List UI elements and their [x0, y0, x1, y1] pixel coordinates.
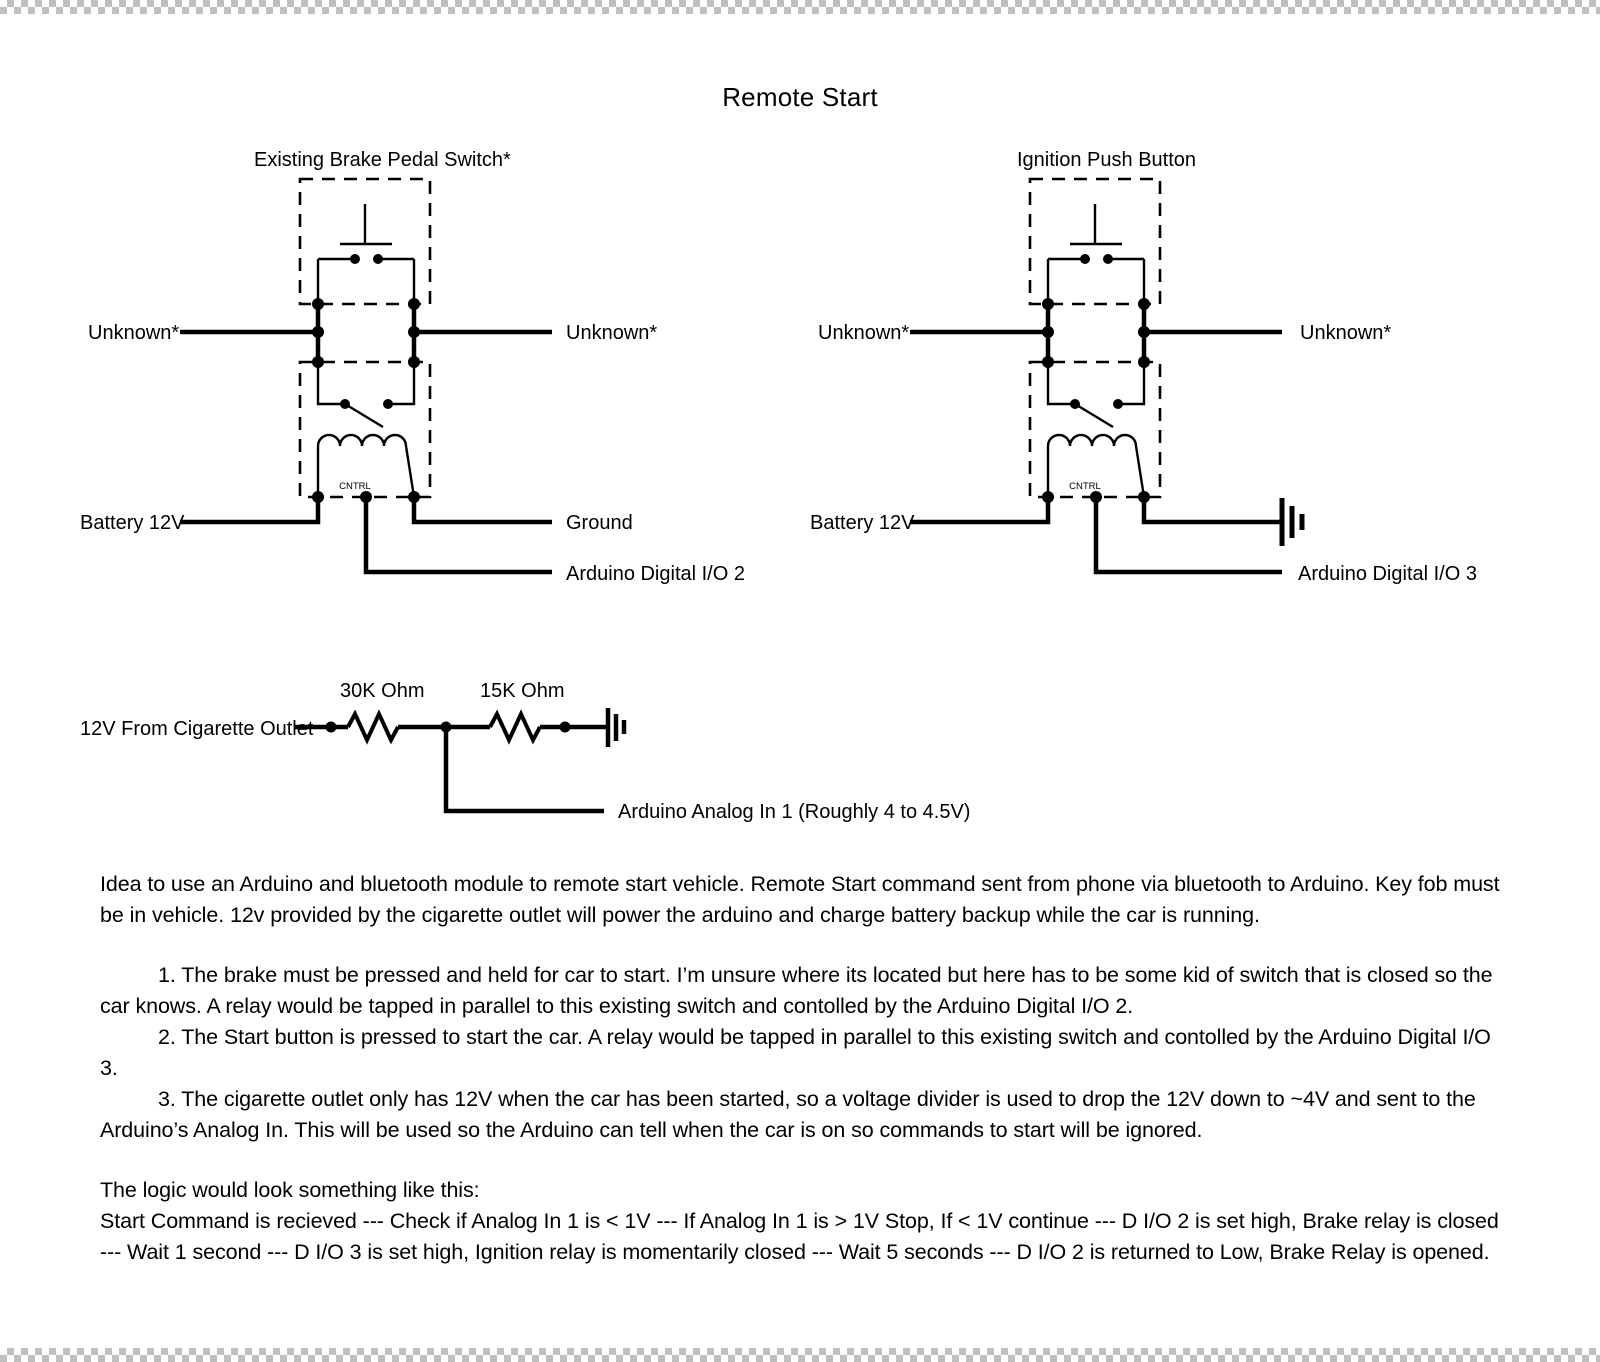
ignition-switch-box-label: Ignition Push Button [1017, 149, 1196, 171]
divider-source-node [325, 721, 337, 733]
ignition-switch-contact-dot-right [1103, 254, 1113, 264]
brake-left-terminal-label: Unknown* [88, 322, 179, 344]
ignition-control-wire [1093, 497, 1282, 575]
ignition-node-coil-left [1042, 491, 1054, 503]
resistor-30k-label: 30K Ohm [340, 680, 424, 702]
brake-switch-box-label: Existing Brake Pedal Switch* [254, 149, 511, 171]
ignition-left-terminal-label: Unknown* [818, 322, 909, 344]
ignition-ground-icon [1279, 498, 1305, 546]
divider-analog-tap-wire [443, 727, 604, 814]
brake-ground-wire [411, 497, 552, 525]
divider-source-label: 12V From Cigarette Outlet [80, 718, 314, 740]
brake-node-mid-left [312, 326, 324, 338]
notes-step-3: 3. The cigarette outlet only has 12V whe… [100, 1087, 1476, 1142]
notes-logic-heading: The logic would look something like this… [100, 1178, 480, 1202]
brake-node-top-right [408, 298, 420, 310]
transparency-checker-top [0, 0, 1600, 14]
brake-relay-contact-dot-right [383, 399, 393, 409]
brake-battery-wire [180, 497, 321, 525]
brake-control-label: Arduino Digital I/O 2 [566, 563, 745, 585]
brake-relay-contact-wires [316, 362, 416, 406]
brake-switch-contact-dot-left [350, 254, 360, 264]
ignition-relay-contact-wires [1046, 362, 1146, 406]
divider-ground-node [559, 721, 571, 733]
notes-section: Idea to use an Arduino and bluetooth mod… [100, 869, 1500, 1268]
brake-node-top-left [312, 298, 324, 310]
ignition-battery-label: Battery 12V [810, 512, 915, 534]
brake-relay-armature [344, 402, 384, 429]
ignition-button-circuit: Ignition Push Button Unknown* Unknown* C… [810, 149, 1477, 585]
notes-logic-body: Start Command is recieved --- Check if A… [100, 1209, 1499, 1264]
brake-ground-label: Ground [566, 512, 633, 534]
brake-right-terminal-label: Unknown* [566, 322, 657, 344]
document-page: Remote Start Existing Brake Pedal Switch… [0, 14, 1600, 1348]
ignition-node-mid-left [1042, 326, 1054, 338]
notes-gap-1 [100, 931, 1500, 960]
ignition-control-label: Arduino Digital I/O 3 [1298, 563, 1477, 585]
ignition-switch-contact-dot-left [1080, 254, 1090, 264]
brake-switch-contact-dot-right [373, 254, 383, 264]
ignition-ground-wire [1141, 497, 1282, 525]
brake-pedal-circuit: Existing Brake Pedal Switch* Unknown* Un… [80, 149, 745, 585]
ignition-node-coil-right [1138, 491, 1150, 503]
voltage-divider-circuit: 12V From Cigarette Outlet 30K Ohm 15K Oh… [80, 680, 970, 823]
resistor-15k-symbol [488, 709, 542, 745]
ignition-node-mid-right [1138, 326, 1150, 338]
ignition-right-terminal-label: Unknown* [1300, 322, 1391, 344]
brake-control-wire [363, 497, 552, 575]
notes-step-1: 1. The brake must be pressed and held fo… [100, 963, 1493, 1018]
brake-coil-cntrl-label: CNTRL [339, 481, 371, 492]
resistor-30k-symbol [346, 709, 400, 745]
notes-step-2: 2. The Start button is pressed to start … [100, 1025, 1491, 1080]
divider-output-label: Arduino Analog In 1 (Roughly 4 to 4.5V) [618, 801, 970, 823]
ignition-relay-armature [1074, 402, 1114, 429]
notes-intro: Idea to use an Arduino and bluetooth mod… [100, 872, 1500, 927]
ignition-node-cntrl [1090, 491, 1102, 503]
ignition-battery-wire [910, 497, 1051, 525]
ignition-relay-contact-dot-right [1113, 399, 1123, 409]
ignition-node-top-right [1138, 298, 1150, 310]
ignition-node-top-left [1042, 298, 1054, 310]
brake-node-coil-left [312, 491, 324, 503]
notes-gap-2 [100, 1146, 1500, 1175]
brake-node-cntrl [360, 491, 372, 503]
divider-ground-icon [605, 708, 627, 747]
transparency-checker-bottom [0, 1348, 1600, 1362]
brake-node-coil-right [408, 491, 420, 503]
circuit-diagram: Existing Brake Pedal Switch* Unknown* Un… [80, 149, 1477, 823]
resistor-15k-label: 15K Ohm [480, 680, 564, 702]
brake-battery-label: Battery 12V [80, 512, 185, 534]
ignition-coil-cntrl-label: CNTRL [1069, 481, 1101, 492]
brake-node-mid-right [408, 326, 420, 338]
